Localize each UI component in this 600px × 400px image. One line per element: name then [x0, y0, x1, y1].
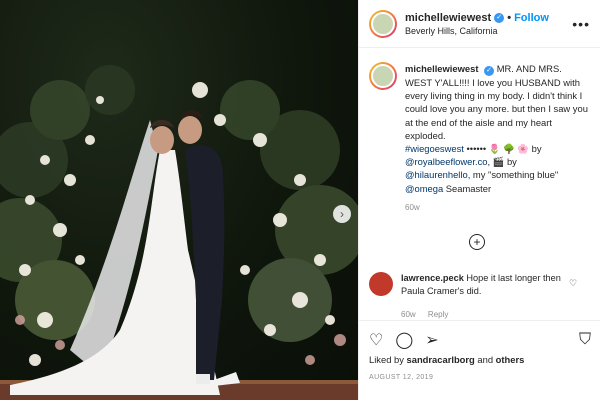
mention-link[interactable]: @hilaurenhello — [405, 169, 468, 180]
liked-by: Liked by sandracarlborg and others — [369, 354, 524, 365]
post-date: AUGUST 12, 2019 — [369, 374, 434, 381]
comment-meta: 60w Reply — [401, 310, 458, 319]
heart-icon[interactable]: ♡ — [369, 330, 383, 350]
action-bar: ♡ ◯ ➢ ⛉ — [359, 320, 600, 358]
instagram-post: › michellewiewest ✓ • Follow Beverly Hil… — [0, 0, 600, 400]
verified-badge-icon: ✓ — [494, 12, 505, 23]
post-sidebar: michellewiewest ✓ • Follow Beverly Hills… — [358, 0, 600, 400]
avatar[interactable] — [369, 272, 393, 296]
separator-dot: • — [507, 11, 512, 24]
username[interactable]: michellewiewest — [405, 12, 491, 24]
liked-by-prefix: Liked by — [369, 354, 407, 365]
liked-by-user[interactable]: sandracarlborg — [407, 354, 475, 365]
caption-avatar[interactable] — [369, 62, 397, 90]
liked-by-middle: and — [474, 354, 496, 365]
mention-link[interactable]: @royalbeeflower.co — [405, 156, 487, 167]
caption-username[interactable]: michellewiewest — [405, 63, 478, 74]
comment-icon[interactable]: ◯ — [395, 330, 413, 350]
location-link[interactable]: Beverly Hills, California — [405, 26, 572, 36]
comment-username[interactable]: lawrence.peck — [401, 273, 464, 283]
caption-timestamp: 60w — [405, 202, 420, 212]
bookmark-icon[interactable]: ⛉ — [579, 331, 591, 349]
follow-button[interactable]: Follow — [514, 12, 549, 24]
caption-text: michellewiewest ✓ MR. AND MRS. WEST Y'AL… — [405, 62, 590, 195]
share-icon[interactable]: ➢ — [425, 330, 438, 350]
mention-link[interactable]: @omega — [405, 183, 443, 194]
hashtag-link[interactable]: #wiegoeswest — [405, 143, 464, 154]
verified-badge-icon: ✓ — [484, 66, 495, 76]
mention-suffix: , 🎬 by — [487, 156, 517, 168]
post-header: michellewiewest ✓ • Follow Beverly Hills… — [359, 0, 600, 48]
load-more-comments-icon[interactable]: + — [469, 234, 485, 250]
avatar[interactable] — [369, 9, 397, 38]
reply-button[interactable]: Reply — [428, 310, 448, 319]
heart-icon[interactable]: ♡ — [569, 278, 577, 298]
mention-suffix: , my "something blue" — [467, 169, 559, 181]
wedding-photo-illustration — [0, 65, 358, 400]
comment-timestamp: 60w — [401, 310, 416, 319]
caption: michellewiewest ✓ MR. AND MRS. WEST Y'AL… — [359, 48, 600, 195]
mention-suffix: Seamaster — [443, 182, 492, 194]
comment-row: lawrence.peck Hope it last longer then P… — [369, 272, 594, 298]
caption-body: MR. AND MRS. WEST Y'ALL!!!! I love you H… — [405, 63, 588, 141]
chevron-right-icon[interactable]: › — [333, 205, 351, 223]
liked-by-others[interactable]: others — [496, 354, 525, 365]
comment-text: lawrence.peck Hope it last longer then P… — [401, 272, 561, 298]
emoji-line: •••••• 🌷 🌳 🌸 by — [466, 143, 542, 155]
more-options-icon[interactable]: ••• — [572, 16, 590, 32]
post-photo[interactable]: › — [0, 0, 358, 400]
